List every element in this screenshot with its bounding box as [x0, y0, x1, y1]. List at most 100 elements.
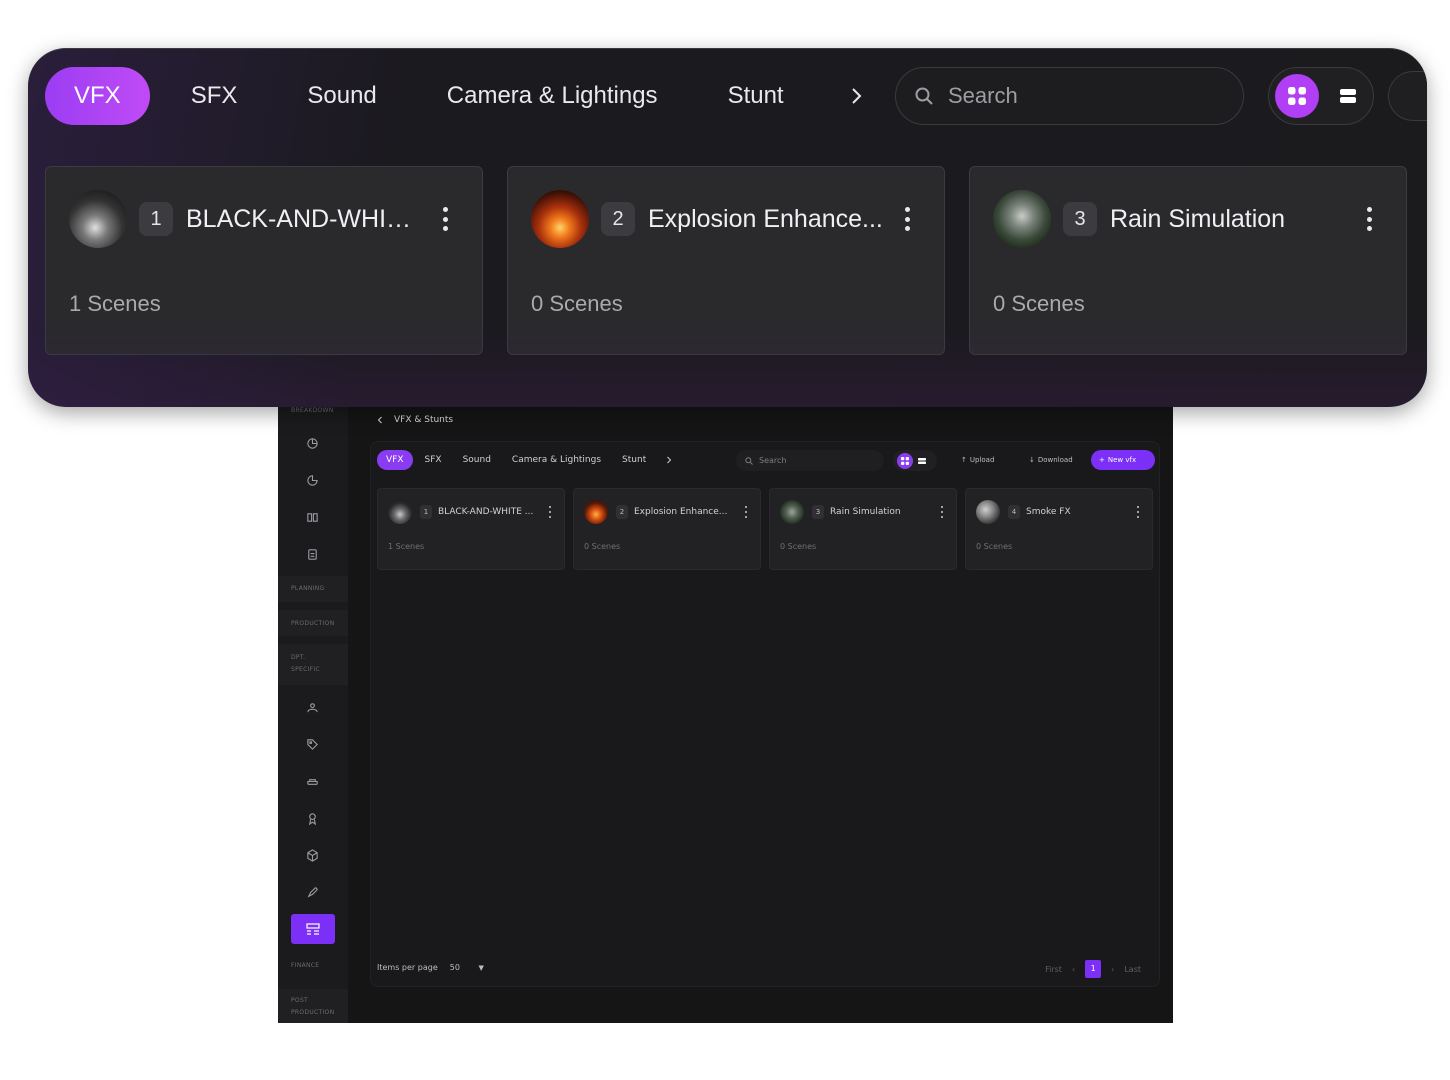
- thumbnail-image: [780, 500, 804, 524]
- sidebar-section-dpt-specific[interactable]: DPT. SPECIFIC: [278, 644, 348, 685]
- first-page-button[interactable]: First: [1045, 965, 1062, 974]
- view-toggle-small[interactable]: [893, 450, 937, 471]
- grid-view-icon[interactable]: [897, 452, 913, 469]
- card-number: 1: [420, 505, 432, 519]
- items-per-page-select[interactable]: 50 ▼: [450, 963, 484, 972]
- more-options-icon[interactable]: [904, 207, 910, 231]
- card-number: 1: [139, 202, 173, 236]
- chevron-right-icon[interactable]: [664, 455, 674, 465]
- breadcrumb: VFX & Stunts: [376, 415, 453, 425]
- vfx-card[interactable]: 3 Rain Simulation 0 Scenes: [969, 166, 1407, 355]
- page-number[interactable]: 1: [1085, 960, 1102, 978]
- card-scenes: 0 Scenes: [993, 291, 1085, 316]
- thumbnail-image: [388, 500, 412, 524]
- app-window: BREAKDOWN PLANNING PRODUCTION DPT. SPECI…: [278, 405, 1173, 1023]
- breadcrumb-title: VFX & Stunts: [394, 415, 454, 425]
- download-icon: ↓: [1029, 456, 1035, 464]
- search-placeholder-small: Search: [759, 456, 787, 465]
- rocket-icon[interactable]: [305, 885, 319, 899]
- more-options-icon[interactable]: [1136, 505, 1140, 519]
- sidebar-section-post-production[interactable]: POST PRODUCTION: [278, 989, 348, 1023]
- pagination: First ‹ 1 › Last: [1045, 960, 1141, 978]
- search-input-small[interactable]: Search: [736, 450, 884, 471]
- vfx-card-small[interactable]: 3 Rain Simulation 0 Scenes: [769, 488, 957, 570]
- upload-label: Upload: [969, 456, 995, 464]
- grid-view-icon[interactable]: [1275, 74, 1319, 118]
- more-options-icon[interactable]: [442, 207, 448, 231]
- category-tabs: VFX SFX Sound Camera & Lightings Stunt: [45, 67, 867, 125]
- upload-icon: ↑: [961, 456, 967, 464]
- more-options-icon[interactable]: [1366, 207, 1372, 231]
- thumbnail-image: [69, 190, 127, 248]
- card-title: Smoke FX: [1026, 507, 1071, 517]
- thumbnail-image: [993, 190, 1051, 248]
- sidebar: BREAKDOWN PLANNING PRODUCTION DPT. SPECI…: [278, 405, 348, 1023]
- tab-camera-small[interactable]: Camera & Lightings: [503, 450, 610, 470]
- category-tabs-small: VFX SFX Sound Camera & Lightings Stunt: [377, 450, 674, 470]
- plus-icon: +: [1099, 456, 1105, 464]
- search-icon: [915, 87, 933, 105]
- tab-vfx-small[interactable]: VFX: [377, 450, 413, 470]
- caret-down-icon: ▼: [478, 964, 484, 972]
- new-vfx-label: New vfx: [1107, 456, 1137, 464]
- tab-stunt[interactable]: Stunt: [699, 67, 813, 125]
- cube-icon[interactable]: [305, 848, 319, 862]
- award-icon[interactable]: [305, 811, 319, 825]
- card-title: Rain Simulation: [1110, 205, 1286, 233]
- tab-sfx-small[interactable]: SFX: [416, 450, 451, 470]
- more-options-icon[interactable]: [744, 505, 748, 519]
- new-vfx-button[interactable]: + New vfx: [1091, 450, 1155, 470]
- card-title: BLACK-AND-WHITE ...: [438, 507, 534, 517]
- list-view-icon[interactable]: [1339, 87, 1357, 105]
- sidebar-icon-1[interactable]: [305, 436, 319, 450]
- search-placeholder: Search: [948, 83, 1018, 108]
- vfx-card[interactable]: 2 Explosion Enhance... 0 Scenes: [507, 166, 945, 355]
- vfx-card[interactable]: 1 BLACK-AND-WHITE ... 1 Scenes: [45, 166, 483, 355]
- clipboard-icon[interactable]: [305, 547, 319, 561]
- vfx-card-small[interactable]: 4 Smoke FX 0 Scenes: [965, 488, 1153, 570]
- card-number: 4: [1008, 505, 1020, 519]
- more-options-icon[interactable]: [548, 505, 552, 519]
- card-scenes: 0 Scenes: [976, 542, 1013, 551]
- tag-icon[interactable]: [305, 737, 319, 751]
- card-scenes: 0 Scenes: [780, 542, 817, 551]
- upload-button[interactable]: ↑ Upload: [953, 450, 1002, 470]
- back-chevron-icon[interactable]: [376, 416, 384, 424]
- card-scenes: 0 Scenes: [531, 291, 623, 316]
- sidebar-section-production[interactable]: PRODUCTION: [278, 610, 348, 636]
- upload-button-partial[interactable]: [1388, 71, 1427, 121]
- tab-sound-small[interactable]: Sound: [454, 450, 500, 470]
- sidebar-icon-3[interactable]: [305, 510, 319, 524]
- search-icon: [745, 456, 753, 465]
- next-page-icon[interactable]: ›: [1111, 965, 1114, 974]
- sofa-icon[interactable]: [305, 774, 319, 788]
- tab-stunt-small[interactable]: Stunt: [613, 450, 655, 470]
- more-options-icon[interactable]: [940, 505, 944, 519]
- download-label: Download: [1037, 456, 1073, 464]
- vfx-stunts-nav-icon[interactable]: [291, 914, 335, 944]
- vfx-card-small[interactable]: 2 Explosion Enhance... 0 Scenes: [573, 488, 761, 570]
- search-input[interactable]: Search: [895, 67, 1244, 125]
- content-panel: VFX SFX Sound Camera & Lightings Stunt S…: [370, 441, 1160, 987]
- chevron-right-icon[interactable]: [845, 85, 867, 107]
- pie-chart-icon[interactable]: [305, 473, 319, 487]
- tab-vfx[interactable]: VFX: [45, 67, 150, 125]
- vfx-card-small[interactable]: 1 BLACK-AND-WHITE ... 1 Scenes: [377, 488, 565, 570]
- sidebar-section-planning[interactable]: PLANNING: [278, 576, 348, 602]
- tab-sfx[interactable]: SFX: [162, 67, 267, 125]
- thumbnail-image: [976, 500, 1000, 524]
- prev-page-icon[interactable]: ‹: [1072, 965, 1075, 974]
- thumbnail-image: [531, 190, 589, 248]
- tab-sound[interactable]: Sound: [278, 67, 405, 125]
- card-title: Explosion Enhance...: [634, 507, 728, 517]
- view-toggle[interactable]: [1268, 67, 1374, 125]
- tab-camera-lightings[interactable]: Camera & Lightings: [418, 67, 687, 125]
- download-button[interactable]: ↓ Download: [1021, 450, 1081, 470]
- items-per-page-label: Items per page: [377, 963, 438, 972]
- list-view-icon[interactable]: [918, 457, 926, 465]
- card-scenes: 1 Scenes: [388, 542, 425, 551]
- team-icon[interactable]: [305, 700, 319, 714]
- sidebar-section-finance[interactable]: FINANCE: [278, 960, 348, 972]
- last-page-button[interactable]: Last: [1124, 965, 1141, 974]
- card-title: BLACK-AND-WHITE ...: [186, 205, 426, 233]
